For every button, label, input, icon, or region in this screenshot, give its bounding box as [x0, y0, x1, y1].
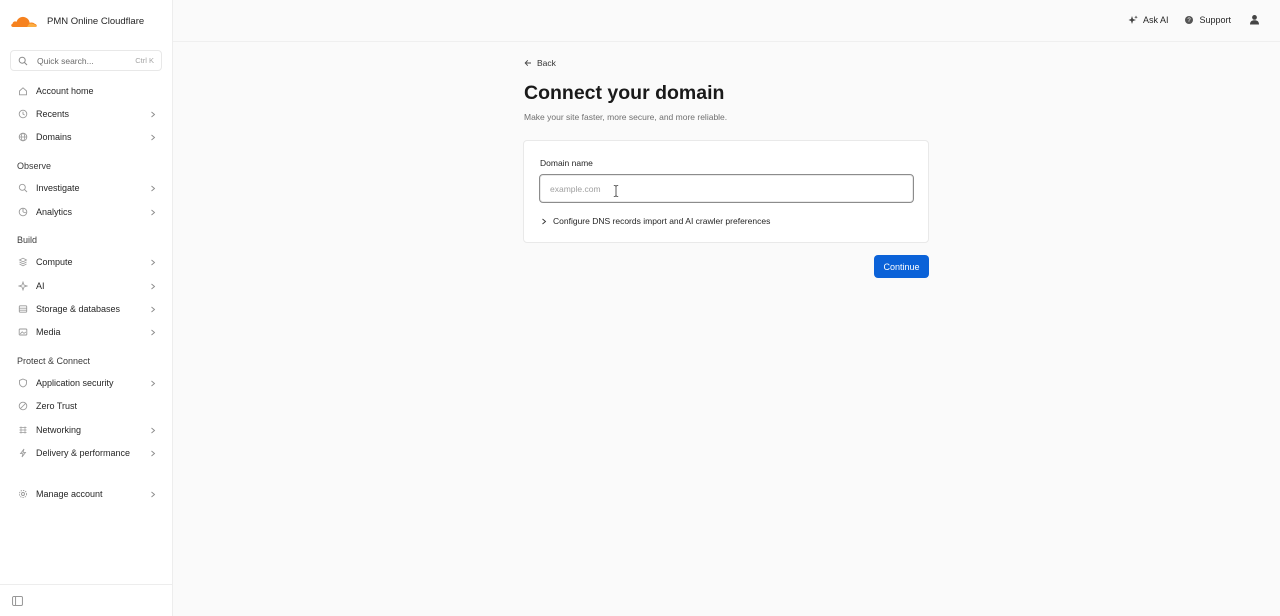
sparkle-icon: [18, 281, 28, 291]
chevron-right-icon: [151, 111, 156, 117]
help-icon: ?: [1185, 15, 1194, 24]
top-bar: Ask AI ? Support: [173, 0, 1280, 42]
chevron-right-icon: [151, 259, 156, 265]
chart-icon: [18, 207, 28, 217]
domain-name-label: Domain name: [540, 158, 593, 168]
quick-search[interactable]: Quick search... Ctrl K: [10, 50, 162, 71]
sidebar-item-manage-account[interactable]: Manage account: [0, 484, 172, 504]
sidebar-item-recents[interactable]: Recents: [0, 104, 172, 124]
shield-icon: [19, 378, 27, 388]
page-subtitle: Make your site faster, more secure, and …: [524, 112, 728, 122]
sidebar-item-media[interactable]: Media: [0, 322, 172, 342]
support-button[interactable]: ? Support: [1184, 15, 1231, 25]
search-shortcut: Ctrl K: [135, 56, 154, 65]
page-title: Connect your domain: [524, 82, 725, 104]
back-link[interactable]: Back: [524, 58, 556, 68]
chevron-right-icon: [151, 306, 156, 312]
chevron-right-icon: [151, 329, 156, 335]
home-icon: [19, 87, 27, 96]
sidebar: PMN Online Cloudflare Quick search... Ct…: [0, 0, 173, 616]
user-icon[interactable]: [1249, 14, 1260, 25]
sidebar-item-zero-trust[interactable]: Zero Trust: [0, 396, 172, 416]
account-name: PMN Online Cloudflare: [47, 15, 145, 27]
search-icon: [18, 56, 28, 65]
chevron-right-icon: [151, 427, 156, 433]
sparkle-icon: [1128, 15, 1138, 24]
chevron-right-icon: [542, 218, 547, 224]
cloudflare-cloud-icon: [11, 16, 37, 27]
chevron-right-icon: [151, 209, 156, 215]
sidebar-item-application-security[interactable]: Application security: [0, 373, 172, 393]
sidebar-item-domains[interactable]: Domains: [0, 127, 172, 147]
chevron-right-icon: [151, 491, 156, 497]
media-icon: [18, 328, 28, 336]
section-observe: Observe: [17, 161, 52, 171]
sidebar-item-investigate[interactable]: Investigate: [0, 178, 172, 198]
clock-icon: [18, 109, 28, 119]
database-icon: [18, 305, 28, 313]
section-build: Build: [17, 235, 38, 245]
configure-dns-toggle[interactable]: Configure DNS records import and AI craw…: [541, 216, 770, 226]
connect-domain-card: Domain name Configure DNS records import…: [523, 140, 929, 243]
top-actions: Ask AI ? Support: [1112, 14, 1260, 25]
section-protect-connect: Protect & Connect: [17, 356, 91, 366]
compute-icon: [18, 257, 28, 267]
globe-icon: [18, 132, 28, 142]
sidebar-footer: [0, 584, 172, 616]
continue-button[interactable]: Continue: [874, 255, 929, 278]
chevron-right-icon: [151, 185, 156, 191]
chevron-right-icon: [151, 450, 156, 456]
zero-trust-icon: [18, 401, 28, 411]
sidebar-item-account-home[interactable]: Account home: [0, 81, 172, 101]
ask-ai-button[interactable]: Ask AI: [1128, 15, 1168, 25]
sidebar-item-analytics[interactable]: Analytics: [0, 202, 172, 222]
magnifier-icon: [18, 183, 28, 193]
sidebar-item-networking[interactable]: Networking: [0, 420, 172, 440]
search-placeholder: Quick search...: [37, 55, 94, 66]
chevron-right-icon: [151, 380, 156, 386]
sidebar-item-compute[interactable]: Compute: [0, 252, 172, 272]
sidebar-item-ai[interactable]: AI: [0, 276, 172, 296]
bolt-icon: [19, 448, 27, 458]
sidebar-item-delivery-performance[interactable]: Delivery & performance: [0, 443, 172, 463]
chevron-right-icon: [151, 134, 156, 140]
gear-icon: [18, 489, 28, 499]
sidebar-item-storage-databases[interactable]: Storage & databases: [0, 299, 172, 319]
sidebar-collapse-icon[interactable]: [12, 596, 23, 606]
domain-name-input[interactable]: [539, 174, 914, 203]
arrow-left-icon: [524, 59, 531, 67]
account-switcher[interactable]: PMN Online Cloudflare: [10, 12, 144, 30]
chevron-right-icon: [151, 283, 156, 289]
network-icon: [19, 426, 27, 434]
